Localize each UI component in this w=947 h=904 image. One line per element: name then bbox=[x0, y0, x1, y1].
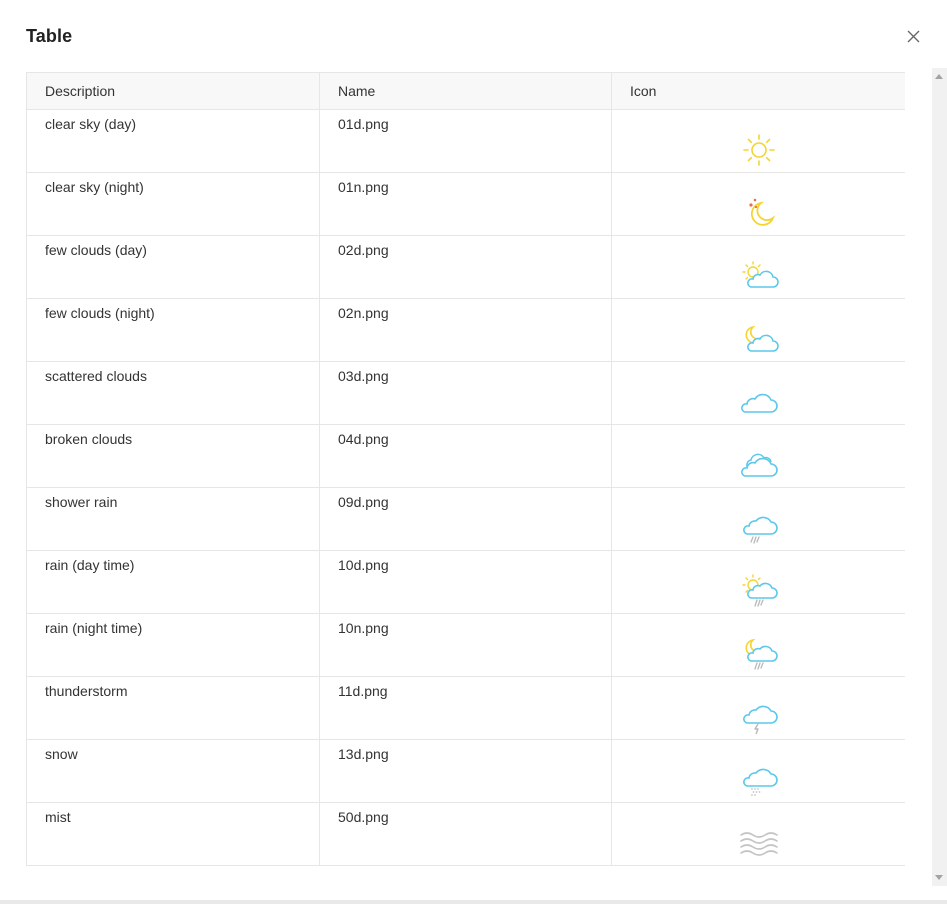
description-text: broken clouds bbox=[45, 431, 133, 447]
dialog-title: Table bbox=[26, 26, 73, 46]
name-cell: 50d.png bbox=[319, 802, 612, 866]
clouds-icon bbox=[737, 443, 781, 487]
name-cell: 09d.png bbox=[319, 487, 612, 551]
icon-cell bbox=[611, 739, 905, 803]
name-cell: 03d.png bbox=[319, 361, 612, 425]
description-cell: few clouds (night) bbox=[26, 298, 320, 362]
cloud-snow-icon bbox=[737, 758, 781, 802]
name-cell: 10d.png bbox=[319, 550, 612, 614]
sun-cloud-rain-icon bbox=[737, 569, 781, 613]
description-text: rain (night time) bbox=[45, 620, 143, 636]
icon-cell bbox=[611, 487, 905, 551]
description-text: rain (day time) bbox=[45, 557, 135, 573]
name-cell: 13d.png bbox=[319, 739, 612, 803]
name-text: 09d.png bbox=[338, 494, 389, 510]
description-text: thunderstorm bbox=[45, 683, 128, 699]
name-cell: 02n.png bbox=[319, 298, 612, 362]
table-dialog: Table Description Name Icon clear sky (d… bbox=[0, 0, 947, 904]
table-row[interactable]: few clouds (day) 02d.png bbox=[26, 235, 905, 299]
name-cell: 01n.png bbox=[319, 172, 612, 236]
table-row[interactable]: thunderstorm 11d.png bbox=[26, 676, 905, 740]
cloud-rain-icon bbox=[737, 506, 781, 550]
description-text: mist bbox=[45, 809, 71, 825]
mist-icon bbox=[737, 821, 781, 865]
table-row[interactable]: scattered clouds 03d.png bbox=[26, 361, 905, 425]
close-icon[interactable] bbox=[903, 26, 923, 46]
description-text: few clouds (night) bbox=[45, 305, 155, 321]
name-text: 04d.png bbox=[338, 431, 389, 447]
weather-icons-table: Description Name Icon clear sky (day) 01… bbox=[26, 72, 905, 866]
cloud-icon bbox=[737, 380, 781, 424]
sun-icon bbox=[737, 128, 781, 172]
name-cell: 04d.png bbox=[319, 424, 612, 488]
description-text: scattered clouds bbox=[45, 368, 147, 384]
description-cell: shower rain bbox=[26, 487, 320, 551]
name-text: 02d.png bbox=[338, 242, 389, 258]
name-text: 10n.png bbox=[338, 620, 389, 636]
column-header-icon[interactable]: Icon bbox=[611, 72, 905, 110]
name-text: 11d.png bbox=[338, 683, 388, 699]
description-text: clear sky (night) bbox=[45, 179, 144, 195]
table-row[interactable]: few clouds (night) 02n.png bbox=[26, 298, 905, 362]
description-text: snow bbox=[45, 746, 78, 762]
table-header-row: Description Name Icon bbox=[26, 72, 905, 110]
name-text: 02n.png bbox=[338, 305, 389, 321]
scroll-up-arrow-icon[interactable] bbox=[935, 74, 943, 79]
name-text: 01n.png bbox=[338, 179, 389, 195]
description-cell: mist bbox=[26, 802, 320, 866]
icon-cell bbox=[611, 424, 905, 488]
icon-cell bbox=[611, 361, 905, 425]
description-text: shower rain bbox=[45, 494, 118, 510]
name-text: 01d.png bbox=[338, 116, 389, 132]
moon-cloud-rain-icon bbox=[737, 632, 781, 676]
icon-cell bbox=[611, 550, 905, 614]
icon-cell bbox=[611, 172, 905, 236]
name-cell: 01d.png bbox=[319, 109, 612, 173]
name-cell: 11d.png bbox=[319, 676, 612, 740]
description-cell: clear sky (day) bbox=[26, 109, 320, 173]
name-text: 10d.png bbox=[338, 557, 389, 573]
table-row[interactable]: clear sky (night) 01n.png bbox=[26, 172, 905, 236]
description-cell: thunderstorm bbox=[26, 676, 320, 740]
description-text: clear sky (day) bbox=[45, 116, 137, 132]
table-scroll-area[interactable]: Description Name Icon clear sky (day) 01… bbox=[26, 72, 905, 876]
cloud-lightning-icon bbox=[737, 695, 781, 739]
icon-cell bbox=[611, 235, 905, 299]
table-row[interactable]: snow 13d.png bbox=[26, 739, 905, 803]
table-row[interactable]: rain (night time) 10n.png bbox=[26, 613, 905, 677]
description-cell: snow bbox=[26, 739, 320, 803]
icon-cell bbox=[611, 802, 905, 866]
description-cell: scattered clouds bbox=[26, 361, 320, 425]
name-text: 13d.png bbox=[338, 746, 389, 762]
icon-cell bbox=[611, 676, 905, 740]
column-header-name[interactable]: Name bbox=[319, 72, 612, 110]
table-row[interactable]: broken clouds 04d.png bbox=[26, 424, 905, 488]
description-cell: rain (night time) bbox=[26, 613, 320, 677]
icon-cell bbox=[611, 298, 905, 362]
table-row[interactable]: mist 50d.png bbox=[26, 802, 905, 866]
description-cell: few clouds (day) bbox=[26, 235, 320, 299]
table-row[interactable]: shower rain 09d.png bbox=[26, 487, 905, 551]
table-row[interactable]: clear sky (day) 01d.png bbox=[26, 109, 905, 173]
icon-cell bbox=[611, 613, 905, 677]
vertical-scrollbar[interactable] bbox=[932, 68, 947, 886]
sun-cloud-icon bbox=[737, 254, 781, 298]
name-cell: 10n.png bbox=[319, 613, 612, 677]
name-text: 03d.png bbox=[338, 368, 389, 384]
dialog-bottom-edge bbox=[0, 900, 947, 904]
scrollbar-thumb[interactable] bbox=[935, 90, 944, 865]
moon-stars-icon bbox=[737, 191, 781, 235]
table-row[interactable]: rain (day time) 10d.png bbox=[26, 550, 905, 614]
description-text: few clouds (day) bbox=[45, 242, 147, 258]
icon-cell bbox=[611, 109, 905, 173]
name-text: 50d.png bbox=[338, 809, 389, 825]
moon-cloud-icon bbox=[737, 317, 781, 361]
name-cell: 02d.png bbox=[319, 235, 612, 299]
description-cell: broken clouds bbox=[26, 424, 320, 488]
description-cell: rain (day time) bbox=[26, 550, 320, 614]
scroll-down-arrow-icon[interactable] bbox=[935, 875, 943, 880]
column-header-description[interactable]: Description bbox=[26, 72, 320, 110]
description-cell: clear sky (night) bbox=[26, 172, 320, 236]
